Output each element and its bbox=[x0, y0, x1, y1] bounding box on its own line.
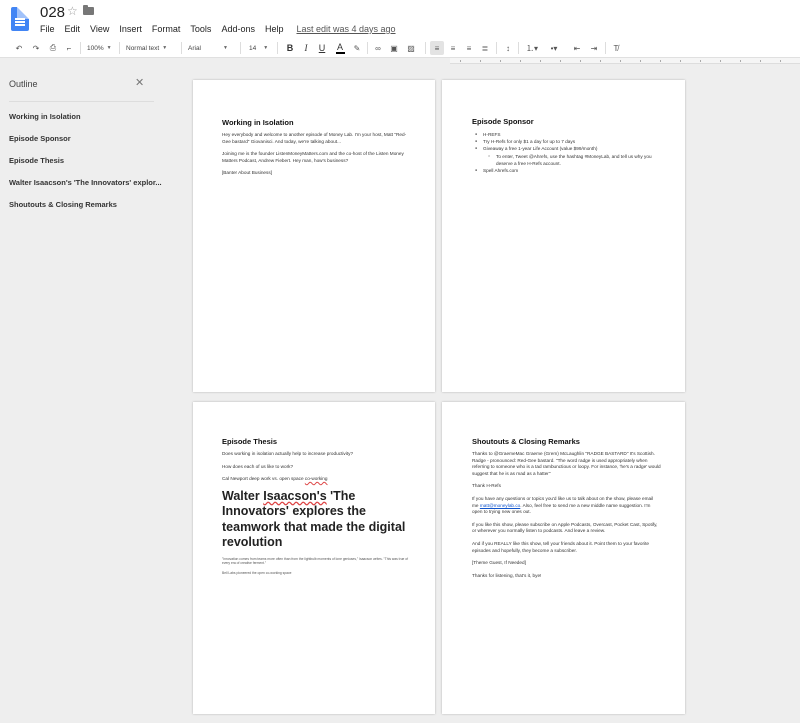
paragraph: If you have any questions or topics you'… bbox=[472, 496, 661, 516]
page-1[interactable]: Working in Isolation Hey everybody and w… bbox=[193, 80, 435, 392]
numbered-list-icon[interactable]: ⒈▾ bbox=[523, 41, 541, 55]
chevron-down-icon: ▼ bbox=[162, 45, 168, 51]
page-heading: Working in Isolation bbox=[222, 118, 294, 127]
chevron-down-icon: ▼ bbox=[263, 45, 269, 51]
outline-title: Outline bbox=[9, 79, 38, 89]
paragraph: If you like this show, please subscribe … bbox=[472, 521, 658, 534]
heading-text: Walter bbox=[222, 488, 264, 503]
bullet-list: H-REFS Try H-Refs for only $1 a day for … bbox=[472, 131, 661, 174]
outline-item-working-in-isolation[interactable]: Working in Isolation bbox=[9, 112, 81, 121]
page-4[interactable]: Shoutouts & Closing Remarks Thanks to @G… bbox=[442, 402, 685, 714]
align-center-icon[interactable]: ≡ bbox=[447, 41, 459, 55]
paragraph: Joining me is the founder ListenMoneyMat… bbox=[222, 151, 404, 163]
align-left-icon[interactable]: ≡ bbox=[430, 41, 444, 55]
paint-format-icon[interactable]: ⌐ bbox=[63, 41, 75, 55]
list-item: H-REFS bbox=[472, 131, 661, 138]
underline-button[interactable]: U bbox=[316, 41, 328, 55]
bulleted-list-icon[interactable]: •▾ bbox=[545, 41, 563, 55]
paragraph: Bell Labs pioneered the open co-working … bbox=[222, 570, 292, 575]
heading-name: Isaacson's bbox=[263, 488, 327, 503]
docs-logo-icon[interactable] bbox=[11, 7, 29, 31]
decrease-indent-icon[interactable]: ⇤ bbox=[571, 41, 583, 55]
article-heading: Walter Isaacson's 'The Innovators' explo… bbox=[222, 489, 409, 551]
paragraph: [Banter About Business] bbox=[222, 170, 273, 176]
paragraph: How does each of us like to work? bbox=[222, 463, 294, 469]
highlight-icon[interactable]: ✎ bbox=[351, 41, 363, 55]
coworking-text: co-working bbox=[304, 476, 328, 482]
menu-help[interactable]: Help bbox=[265, 24, 284, 34]
image-icon[interactable]: ▨ bbox=[404, 41, 418, 55]
style-select[interactable]: Normal text ▼ bbox=[126, 41, 178, 55]
text-color-label: A bbox=[336, 41, 343, 52]
list-item: Spell Ahrefs.com bbox=[472, 167, 661, 174]
quote-text: "Innovation comes from teams more often … bbox=[222, 556, 409, 566]
list-item: Giveaway a free 1-year Life Account (val… bbox=[472, 145, 661, 152]
menu-bar: File Edit View Insert Format Tools Add-o… bbox=[40, 22, 406, 36]
folder-icon[interactable] bbox=[83, 5, 94, 15]
font-value: Arial bbox=[188, 44, 202, 52]
list-item: Try H-Refs for only $1 a day for up to 7… bbox=[472, 138, 661, 145]
list-item: To enter, Tweet @Ahrefs, use the hashtag… bbox=[472, 153, 661, 167]
outline-item-episode-sponsor[interactable]: Episode Sponsor bbox=[9, 134, 71, 143]
outline-panel: Outline ✕ Working in Isolation Episode S… bbox=[0, 64, 162, 723]
align-right-icon[interactable]: ≡ bbox=[463, 41, 475, 55]
page-heading: Shoutouts & Closing Remarks bbox=[472, 437, 580, 446]
style-value: Normal text bbox=[126, 44, 160, 52]
font-size-value: 14 bbox=[249, 44, 257, 52]
paragraph: Thanks for listening, that's it, bye! bbox=[472, 572, 542, 578]
app-header: 028 ☆ File Edit View Insert Format Tools… bbox=[0, 0, 800, 38]
align-justify-icon[interactable]: ≣ bbox=[479, 41, 491, 55]
paragraph: Thank H-Refs bbox=[472, 483, 501, 489]
paragraph: And if you REALLY like this show, tell y… bbox=[472, 540, 650, 553]
line-spacing-icon[interactable]: ↕ bbox=[502, 41, 514, 55]
close-icon[interactable]: ✕ bbox=[135, 76, 144, 89]
menu-file[interactable]: File bbox=[40, 24, 55, 34]
chevron-down-icon: ▼ bbox=[106, 45, 112, 51]
menu-insert[interactable]: Insert bbox=[119, 24, 142, 34]
menu-edit[interactable]: Edit bbox=[65, 24, 81, 34]
last-edit-link[interactable]: Last edit was 4 days ago bbox=[296, 24, 395, 34]
zoom-select[interactable]: 100% ▼ bbox=[87, 41, 115, 55]
chevron-down-icon: ▼ bbox=[223, 45, 228, 51]
outline-item-episode-thesis[interactable]: Episode Thesis bbox=[9, 156, 64, 165]
page-3[interactable]: Episode Thesis Does working in isolation… bbox=[193, 402, 435, 714]
increase-indent-icon[interactable]: ⇥ bbox=[588, 41, 600, 55]
paragraph: Hey everybody and welcome to another epi… bbox=[222, 132, 407, 144]
paragraph: Cal Newport deep work vs. open space co-… bbox=[222, 476, 409, 483]
redo-icon[interactable]: ↷ bbox=[30, 41, 42, 55]
font-select[interactable]: Arial ▼ bbox=[188, 41, 236, 55]
toolbar: ↶ ↷ ⎙ ⌐ 100% ▼ Normal text ▼ Arial ▼ 14 ▼ B … bbox=[0, 38, 800, 58]
outline-divider bbox=[9, 101, 154, 102]
bold-button[interactable]: B bbox=[284, 41, 296, 55]
comment-icon[interactable]: ▣ bbox=[388, 41, 400, 55]
ruler[interactable] bbox=[450, 58, 800, 64]
page-heading: Episode Sponsor bbox=[472, 117, 534, 126]
clear-formatting-icon[interactable]: T̸ bbox=[610, 41, 622, 55]
text-color-swatch bbox=[335, 51, 345, 54]
print-icon[interactable]: ⎙ bbox=[47, 41, 59, 55]
outline-item-shoutouts[interactable]: Shoutouts & Closing Remarks bbox=[9, 200, 117, 209]
paragraph: [Theme Guest, If Needed] bbox=[472, 560, 526, 566]
outline-item-walter-isaacson[interactable]: Walter Isaacson's 'The Innovators' explo… bbox=[9, 178, 162, 187]
paragraph: Thanks to @GraemeMac Graeme (Grem) McLau… bbox=[472, 451, 661, 476]
menu-addons[interactable]: Add-ons bbox=[221, 24, 255, 34]
italic-button[interactable]: I bbox=[300, 41, 312, 55]
page-2[interactable]: Episode Sponsor H-REFS Try H-Refs for on… bbox=[442, 80, 685, 392]
menu-tools[interactable]: Tools bbox=[190, 24, 211, 34]
text-color-button[interactable]: A bbox=[334, 41, 346, 55]
paragraph: Does working in isolation actually help … bbox=[222, 451, 354, 456]
menu-format[interactable]: Format bbox=[152, 24, 181, 34]
page-heading: Episode Thesis bbox=[222, 437, 278, 446]
document-title[interactable]: 028 bbox=[40, 4, 65, 21]
undo-icon[interactable]: ↶ bbox=[13, 41, 25, 55]
font-size-select[interactable]: 14 ▼ bbox=[249, 41, 273, 55]
star-icon[interactable]: ☆ bbox=[67, 4, 78, 18]
menu-view[interactable]: View bbox=[90, 24, 109, 34]
link-icon[interactable]: ∞ bbox=[372, 41, 384, 55]
paragraph-text: Cal Newport deep work vs. open space bbox=[222, 476, 305, 482]
email-link[interactable]: matt@moneylab.co bbox=[480, 503, 520, 508]
zoom-value: 100% bbox=[87, 44, 104, 52]
